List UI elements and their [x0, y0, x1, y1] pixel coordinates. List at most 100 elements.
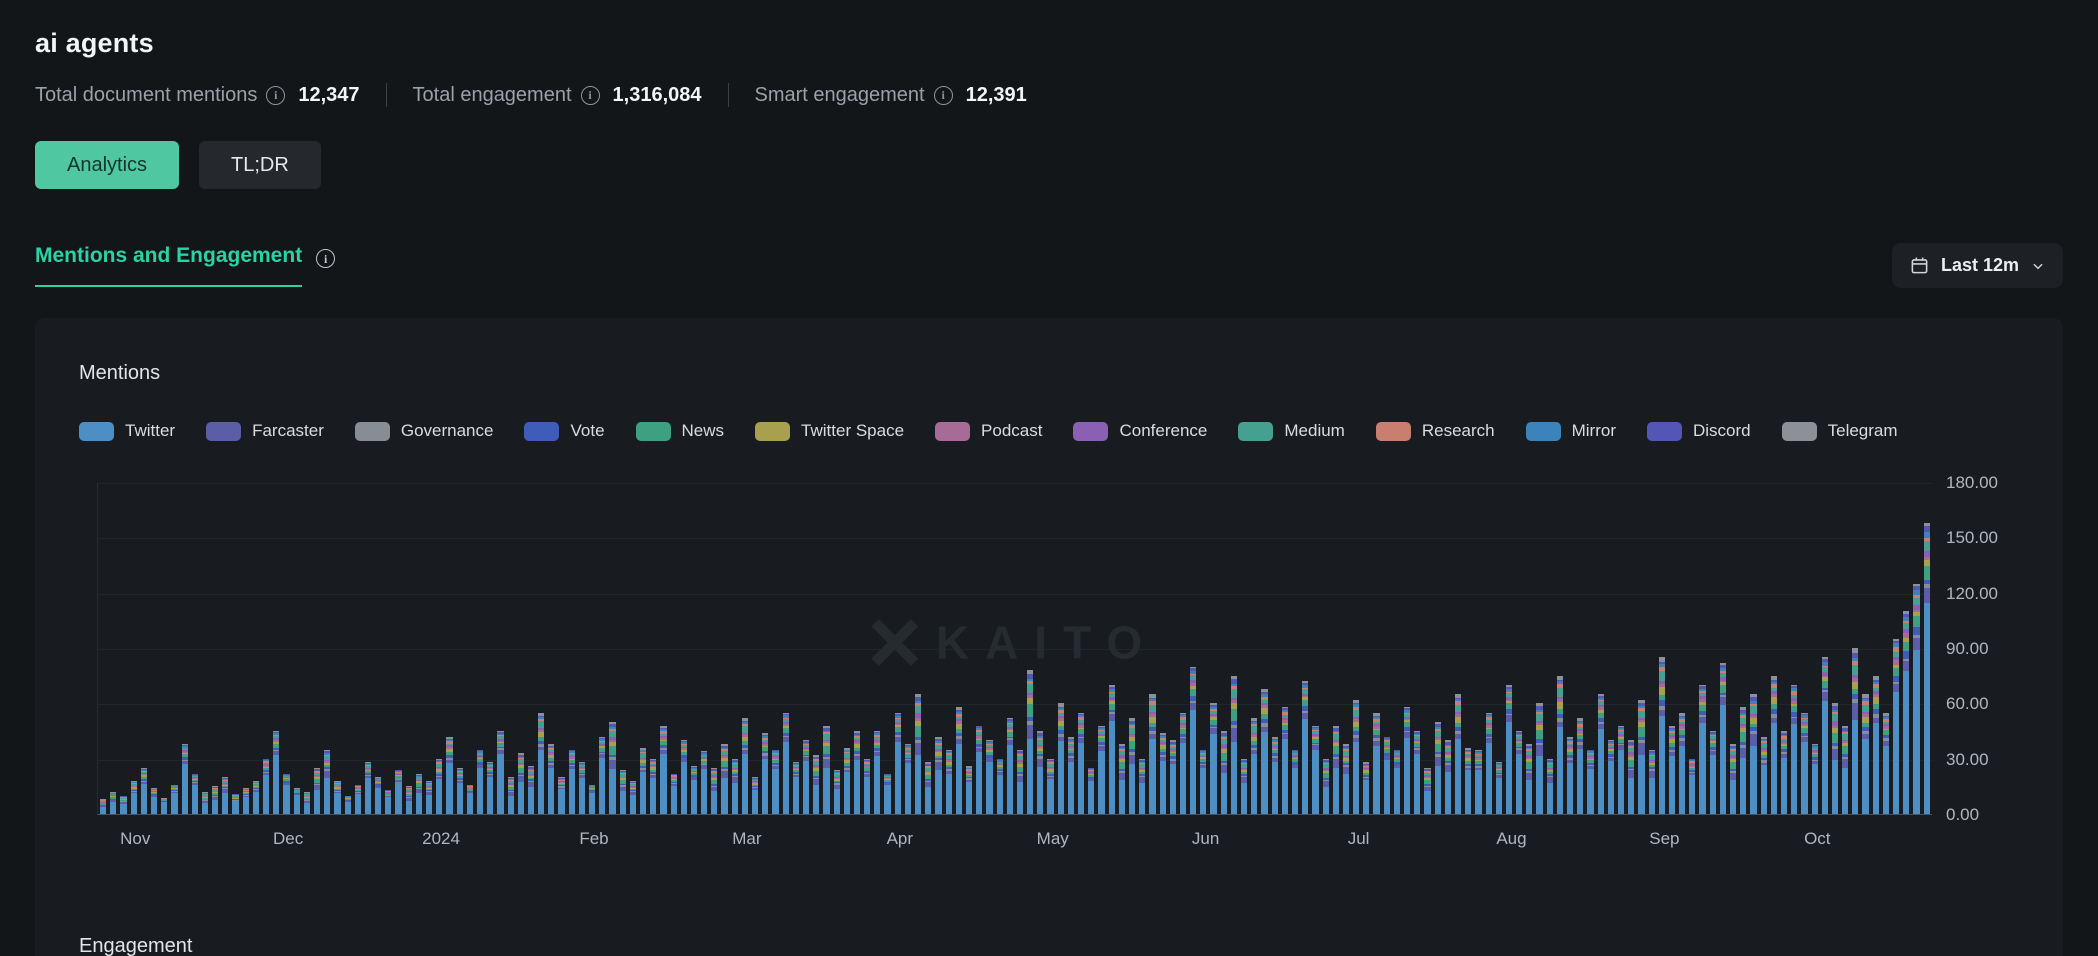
info-icon[interactable]: i	[581, 86, 600, 105]
stacked-bar	[314, 768, 320, 814]
stacked-bar	[1353, 700, 1359, 814]
stacked-bar	[263, 759, 269, 814]
legend-item-mirror[interactable]: Mirror	[1526, 421, 1616, 441]
stacked-bar	[1669, 725, 1675, 814]
stacked-bar	[518, 753, 524, 814]
stacked-bar	[1679, 713, 1685, 814]
y-axis-label: 60.00	[1946, 694, 1989, 714]
divider	[386, 83, 387, 107]
stacked-bar	[711, 768, 717, 814]
stacked-bar	[1659, 657, 1665, 814]
stacked-bar	[1323, 759, 1329, 814]
legend-item-twitter[interactable]: Twitter	[79, 421, 175, 441]
stacked-bar	[1628, 740, 1634, 814]
stacked-bar	[1088, 768, 1094, 814]
stacked-bar	[1261, 689, 1267, 814]
stacked-bar	[1761, 737, 1767, 814]
legend-item-news[interactable]: News	[636, 421, 725, 441]
stacked-bar	[1862, 694, 1868, 814]
y-axis-label: 180.00	[1946, 473, 1998, 493]
stacked-bar	[1465, 748, 1471, 814]
stacked-bar	[508, 777, 514, 814]
stacked-bar	[182, 744, 188, 814]
stacked-bar	[1536, 703, 1542, 814]
stacked-bar	[1404, 707, 1410, 814]
stacked-bar	[1924, 523, 1930, 814]
legend-item-medium[interactable]: Medium	[1238, 421, 1344, 441]
stacked-bar	[222, 777, 228, 814]
stacked-bar	[1455, 694, 1461, 814]
stacked-bar	[1292, 749, 1298, 814]
stacked-bar	[1506, 685, 1512, 814]
stacked-bar	[528, 766, 534, 814]
calendar-icon	[1910, 256, 1929, 275]
info-icon[interactable]: i	[316, 249, 335, 268]
stacked-bar	[1037, 731, 1043, 814]
stacked-bar	[650, 759, 656, 814]
stacked-bar	[334, 781, 340, 814]
stacked-bar	[997, 759, 1003, 814]
stacked-bar	[1241, 759, 1247, 814]
legend-item-governance[interactable]: Governance	[355, 421, 494, 441]
tab-analytics[interactable]: Analytics	[35, 141, 179, 189]
stacked-bar	[640, 748, 646, 814]
stacked-bar	[131, 781, 137, 814]
stacked-bar	[171, 785, 177, 815]
stacked-bar	[1017, 749, 1023, 814]
time-range-dropdown[interactable]: Last 12m	[1892, 243, 2063, 288]
stat-label: Smart engagement	[755, 84, 925, 107]
stacked-bar	[1333, 725, 1339, 814]
stacked-bar	[1414, 731, 1420, 814]
stacked-bar	[538, 713, 544, 814]
info-icon[interactable]: i	[266, 86, 285, 105]
stacked-bar	[1343, 744, 1349, 814]
stacked-bar	[1027, 670, 1033, 814]
stacked-bar	[569, 749, 575, 814]
stacked-bar	[395, 770, 401, 814]
stacked-bar	[192, 773, 198, 814]
stacked-bar	[406, 786, 412, 814]
stacked-bar	[1475, 749, 1481, 814]
stacked-bar	[1496, 762, 1502, 814]
legend-item-telegram[interactable]: Telegram	[1782, 421, 1898, 441]
stacked-bar	[1710, 731, 1716, 814]
legend-item-vote[interactable]: Vote	[524, 421, 604, 441]
info-icon[interactable]: i	[934, 86, 953, 105]
legend-label: Governance	[401, 421, 494, 441]
stacked-bar	[1730, 744, 1736, 814]
legend-item-discord[interactable]: Discord	[1647, 421, 1751, 441]
y-axis-label: 150.00	[1946, 528, 1998, 548]
stacked-bar	[1119, 744, 1125, 814]
stacked-bar	[1699, 685, 1705, 814]
legend-item-conference[interactable]: Conference	[1073, 421, 1207, 441]
stacked-bar	[477, 749, 483, 814]
stacked-bar	[1516, 731, 1522, 814]
x-axis-label: Aug	[1496, 829, 1526, 849]
tab-tldr[interactable]: TL;DR	[199, 141, 321, 189]
stacked-bar	[1435, 722, 1441, 814]
stacked-bar	[161, 797, 167, 814]
mentions-chart-title: Mentions	[79, 362, 2019, 385]
legend-item-farcaster[interactable]: Farcaster	[206, 421, 324, 441]
stats-row: Total document mentions i 12,347 Total e…	[35, 83, 2063, 107]
stacked-bar	[1852, 648, 1858, 814]
legend-label: Research	[1422, 421, 1495, 441]
y-axis-label: 30.00	[1946, 750, 1989, 770]
legend-item-podcast[interactable]: Podcast	[935, 421, 1042, 441]
stacked-bar	[141, 768, 147, 814]
stacked-bar	[579, 762, 585, 814]
stacked-bar	[1384, 737, 1390, 814]
stacked-bar	[884, 773, 890, 814]
stacked-bar	[1608, 740, 1614, 814]
stacked-bar	[1424, 768, 1430, 814]
stacked-bar	[243, 788, 249, 814]
stacked-bar	[681, 740, 687, 814]
stacked-bar	[1750, 694, 1756, 814]
stacked-bar	[202, 792, 208, 814]
stacked-bar	[1822, 657, 1828, 814]
x-axis-label: Feb	[579, 829, 608, 849]
legend-item-twitter-space[interactable]: Twitter Space	[755, 421, 904, 441]
stacked-bar	[783, 713, 789, 814]
stacked-bar	[1251, 718, 1257, 814]
legend-item-research[interactable]: Research	[1376, 421, 1495, 441]
